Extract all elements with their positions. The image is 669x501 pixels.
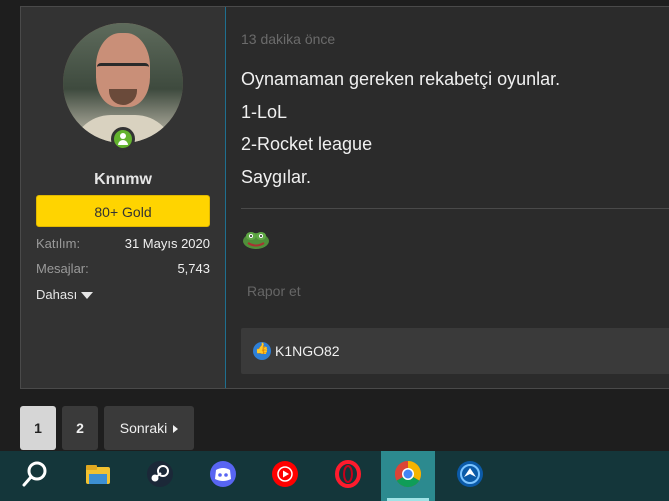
more-dropdown[interactable]: Dahası: [36, 287, 94, 302]
user-info-column: Knnmw 80+ Gold Katılım: 31 Mayıs 2020 Me…: [21, 7, 226, 388]
stat-joined: Katılım: 31 Mayıs 2020: [36, 236, 210, 251]
page-1-button[interactable]: 1: [20, 406, 56, 450]
discord-icon: [210, 461, 236, 487]
taskbar-rocket-league[interactable]: [443, 451, 497, 501]
post-container: Knnmw 80+ Gold Katılım: 31 Mayıs 2020 Me…: [20, 6, 669, 389]
file-explorer-icon: [86, 465, 110, 484]
taskbar-chrome[interactable]: [381, 451, 435, 501]
taskbar-discord[interactable]: [196, 451, 250, 501]
reactor-name[interactable]: K1NGO82: [275, 343, 340, 359]
taskbar: [0, 451, 669, 501]
user-avatar[interactable]: [63, 23, 183, 143]
username[interactable]: Knnmw: [21, 171, 225, 189]
steam-icon: [147, 461, 173, 487]
stat-messages: Mesajlar: 5,743: [36, 261, 210, 276]
post-content: 13 dakika önce Oynamaman gereken rekabet…: [241, 7, 669, 388]
next-page-button[interactable]: Sonraki: [104, 406, 194, 450]
post-timestamp[interactable]: 13 dakika önce: [241, 31, 335, 47]
report-link[interactable]: Rapor et: [247, 283, 301, 299]
search-icon: [22, 461, 47, 487]
post-line: 2-Rocket league: [241, 134, 373, 154]
stat-label: Mesajlar:: [36, 261, 89, 276]
reactions-bar: K1NGO82: [241, 328, 669, 374]
post-line: Saygılar.: [241, 167, 312, 187]
content-divider: [241, 208, 669, 209]
user-badge: 80+ Gold: [36, 195, 210, 227]
taskbar-search[interactable]: [8, 451, 62, 501]
taskbar-youtube-music[interactable]: [258, 451, 312, 501]
rocket-league-icon: [457, 461, 483, 487]
post-line: 1-LoL: [241, 102, 288, 122]
chrome-icon: [394, 460, 422, 488]
opera-icon: [335, 460, 361, 488]
taskbar-file-explorer[interactable]: [71, 451, 125, 501]
taskbar-opera[interactable]: [321, 451, 375, 501]
pepe-emoji-icon: [243, 232, 269, 249]
stat-value: 5,743: [177, 261, 210, 276]
online-status-icon: [111, 127, 135, 151]
stat-label: Katılım:: [36, 236, 81, 251]
stat-value: 31 Mayıs 2020: [124, 236, 210, 251]
more-label: Dahası: [36, 287, 78, 302]
next-label: Sonraki: [119, 420, 168, 436]
post-line: Oynamaman gereken rekabetçi oyunlar.: [241, 69, 561, 89]
like-icon: [253, 342, 271, 360]
caret-right-icon: [173, 425, 179, 434]
page-2-button[interactable]: 2: [62, 406, 98, 450]
taskbar-steam[interactable]: [133, 451, 187, 501]
caret-down-icon: [81, 292, 94, 300]
youtube-music-icon: [272, 461, 298, 487]
